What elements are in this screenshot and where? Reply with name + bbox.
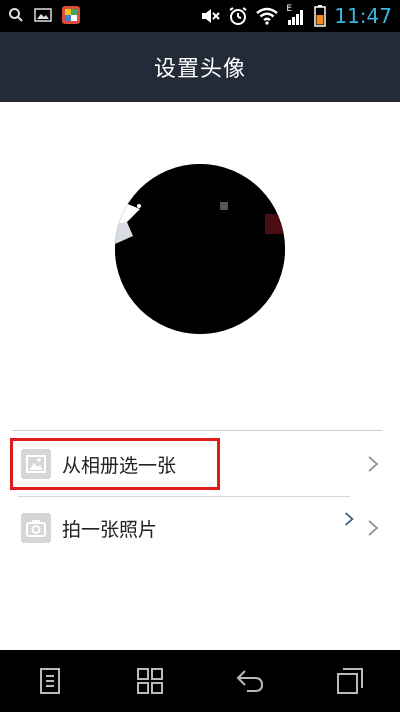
apps-grid-button[interactable] (130, 661, 170, 701)
gallery-icon (34, 8, 52, 22)
app-bar: 设置头像 (0, 32, 400, 102)
search-icon (9, 8, 23, 22)
mute-icon (202, 9, 221, 23)
page-title: 设置头像 (153, 57, 246, 82)
signal-indicator: E (286, 4, 306, 26)
take-photo-label: 拍一张照片 (62, 518, 158, 541)
chevron-right-icon (368, 456, 379, 472)
recent-apps-button[interactable] (330, 661, 370, 701)
status-time: 11:47 (334, 4, 392, 28)
navigation-bar (0, 650, 400, 712)
divider (12, 430, 382, 431)
take-photo-option[interactable]: 拍一张照片 (0, 496, 400, 560)
wifi-icon (256, 7, 279, 25)
selection-highlight (10, 438, 220, 490)
menu-button[interactable] (30, 661, 70, 701)
battery-icon (314, 5, 327, 27)
apps-grid-icon (137, 668, 163, 694)
app-icon (62, 6, 80, 24)
chevron-right-icon (368, 520, 379, 536)
status-bar-left (8, 6, 80, 24)
alarm-icon (229, 7, 247, 25)
avatar-preview (115, 164, 285, 334)
back-icon (236, 670, 264, 692)
recent-apps-icon (337, 668, 363, 694)
menu-icon (40, 668, 60, 694)
status-bar: E 11:47 (0, 0, 400, 32)
chevron-right-icon (345, 512, 354, 526)
camera-icon (21, 513, 51, 543)
signal-icon (288, 10, 304, 25)
content-area: 从相册选一张 拍一张照片 (0, 102, 400, 650)
status-bar-right: E 11:47 (200, 4, 392, 28)
back-button[interactable] (230, 661, 270, 701)
avatar-image (115, 164, 285, 334)
